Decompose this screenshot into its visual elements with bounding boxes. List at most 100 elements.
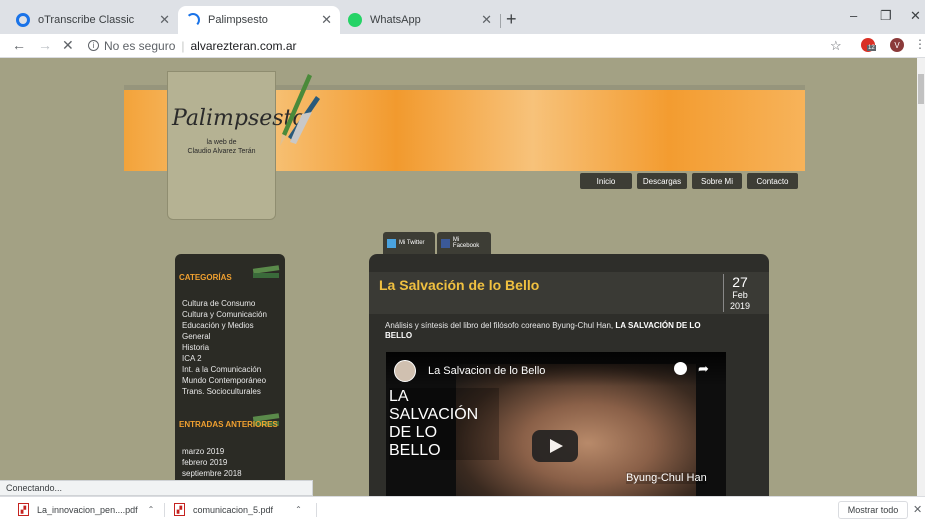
twitter-link[interactable]: Mi Twitter [383, 232, 435, 254]
download-separator [316, 503, 317, 517]
back-button[interactable]: ← [12, 37, 26, 53]
category-link[interactable]: Historia [182, 342, 267, 353]
tab-strip: oTranscribe Classic ✕ Palimpsesto ✕ What… [0, 0, 925, 34]
pencils-icon [280, 74, 320, 146]
url-text[interactable]: alvarezteran.com.ar [191, 39, 297, 53]
video-caption: Byung-Chul Han [626, 472, 707, 484]
extension-icon[interactable]: 12 [861, 38, 876, 52]
chevron-up-icon[interactable]: ⌃ [148, 505, 155, 514]
category-link[interactable]: Educación y Medios [182, 320, 267, 331]
address-bar[interactable]: i No es seguro | alvarezteran.com.ar [88, 36, 778, 55]
category-link[interactable]: Mundo Contemporáneo [182, 375, 267, 386]
post-date-day: 27 [732, 274, 748, 290]
play-button-icon[interactable] [532, 430, 578, 462]
download-separator [164, 503, 165, 517]
download-filename: comunicacion_5.pdf [193, 504, 274, 515]
close-tab-icon[interactable]: ✕ [321, 12, 332, 28]
pdf-icon: ▞ [174, 503, 185, 516]
books-icon [252, 265, 280, 278]
category-link[interactable]: Cultura de Consumo [182, 298, 267, 309]
category-link[interactable]: ICA 2 [182, 353, 267, 364]
blog-post: La Salvación de lo Bello 27 Feb 2019 Aná… [369, 254, 769, 496]
tab-whatsapp[interactable]: WhatsApp ✕ [340, 6, 500, 34]
video-overlay-text: LA SALVACIÓN DE LO BELLO [389, 388, 499, 460]
tab-title: WhatsApp [370, 14, 421, 26]
twitter-icon [387, 238, 396, 248]
menu-inicio[interactable]: Inicio [580, 173, 632, 189]
post-title[interactable]: La Salvación de lo Bello [379, 277, 539, 293]
loading-spinner-icon [186, 13, 200, 27]
archive-link[interactable]: febrero 2019 [182, 457, 242, 468]
archive-link[interactable]: septiembre 2018 [182, 468, 242, 479]
categories-heading: CATEGORÍAS [179, 273, 232, 282]
extension-badge: 12 [867, 45, 876, 51]
sidebar: CATEGORÍAS Cultura de Consumo Cultura y … [175, 254, 285, 496]
channel-avatar[interactable] [394, 360, 416, 382]
omnibox-separator: | [181, 38, 185, 53]
status-bubble: Conectando... [0, 480, 313, 496]
scrollbar-thumb[interactable] [918, 74, 924, 104]
show-all-downloads-button[interactable]: Mostrar todo [838, 501, 908, 519]
minimize-button[interactable]: – [850, 8, 857, 23]
youtube-embed[interactable]: La Salvacion de lo Bello ➦ LA SALVACIÓN … [386, 352, 726, 496]
logo-subtitle-line: la web de [206, 139, 237, 146]
close-window-button[interactable]: ✕ [910, 8, 921, 24]
post-intro-text: Análisis y síntesis del libro del filóso… [385, 321, 614, 330]
forward-button[interactable]: → [38, 37, 52, 53]
whatsapp-icon [348, 13, 362, 27]
menu-descargas[interactable]: Descargas [637, 173, 687, 189]
tab-separator [500, 14, 501, 28]
post-intro: Análisis y síntesis del libro del filóso… [385, 321, 725, 341]
stop-loading-button[interactable]: ✕ [62, 37, 74, 54]
overlay-line: SALVACIÓN [389, 406, 479, 423]
browser-toolbar: ← → ✕ i No es seguro | alvarezteran.com.… [0, 34, 925, 58]
overlay-line: DE LO [389, 424, 438, 441]
logo-subtitle-line: Claudio Alvarez Terán [187, 148, 256, 155]
facebook-icon [441, 238, 450, 248]
menu-contacto[interactable]: Contacto [747, 173, 798, 189]
facebook-label: Mi Facebook [452, 237, 480, 249]
category-link[interactable]: General [182, 331, 267, 342]
categories-list: Cultura de Consumo Cultura y Comunicació… [182, 298, 267, 397]
download-item[interactable]: ▞ La_innovacion_pen....pdf ⌃ [18, 501, 154, 518]
video-title[interactable]: La Salvacion de lo Bello [428, 365, 545, 377]
category-link[interactable]: Cultura y Comunicación [182, 309, 267, 320]
twitter-label: Mi Twitter [399, 240, 425, 246]
date-divider [723, 274, 724, 312]
watch-later-icon[interactable] [674, 362, 687, 375]
tab-otranscribe[interactable]: oTranscribe Classic ✕ [8, 6, 178, 34]
archive-list: marzo 2019 febrero 2019 septiembre 2018 [182, 446, 242, 479]
restore-button[interactable]: ❐ [880, 8, 892, 24]
share-icon[interactable]: ➦ [698, 361, 709, 377]
post-date-year: 2019 [729, 301, 751, 311]
category-link[interactable]: Trans. Socioculturales [182, 386, 267, 397]
download-bar: ▞ La_innovacion_pen....pdf ⌃ ▞ comunicac… [0, 496, 925, 521]
new-tab-button[interactable]: + [506, 9, 517, 30]
close-download-bar-icon[interactable]: ✕ [913, 503, 922, 516]
category-link[interactable]: Int. a la Comunicación [182, 364, 267, 375]
chevron-up-icon[interactable]: ⌃ [295, 505, 302, 514]
site-logo-subtitle: la web de Claudio Alvarez Terán [167, 138, 276, 156]
tab-palimpsesto[interactable]: Palimpsesto ✕ [178, 6, 340, 34]
download-item[interactable]: ▞ comunicacion_5.pdf ⌃ [174, 501, 302, 518]
tab-title: oTranscribe Classic [38, 14, 135, 26]
menu-sobre-mi[interactable]: Sobre Mi [692, 173, 742, 189]
browser-menu-icon[interactable]: ⋮ [914, 37, 925, 51]
otranscribe-icon [16, 13, 30, 27]
download-filename: La_innovacion_pen....pdf [37, 504, 138, 515]
archive-link[interactable]: marzo 2019 [182, 446, 242, 457]
overlay-line: BELLO [389, 442, 441, 459]
close-tab-icon[interactable]: ✕ [159, 12, 170, 28]
post-date-month: Feb [732, 290, 748, 300]
profile-extension-icon[interactable]: V [890, 38, 904, 52]
info-icon[interactable]: i [88, 40, 99, 51]
close-tab-icon[interactable]: ✕ [481, 12, 492, 28]
archive-heading: ENTRADAS ANTERIORES [179, 420, 278, 429]
page-scrollbar[interactable] [917, 58, 925, 496]
tab-title: Palimpsesto [208, 14, 268, 26]
overlay-line: LA [389, 388, 409, 405]
facebook-link[interactable]: Mi Facebook [437, 232, 491, 254]
security-label[interactable]: No es seguro [104, 39, 175, 53]
web-page: Palimpsesto la web de Claudio Alvarez Te… [0, 58, 925, 496]
bookmark-star-icon[interactable]: ☆ [830, 38, 842, 54]
